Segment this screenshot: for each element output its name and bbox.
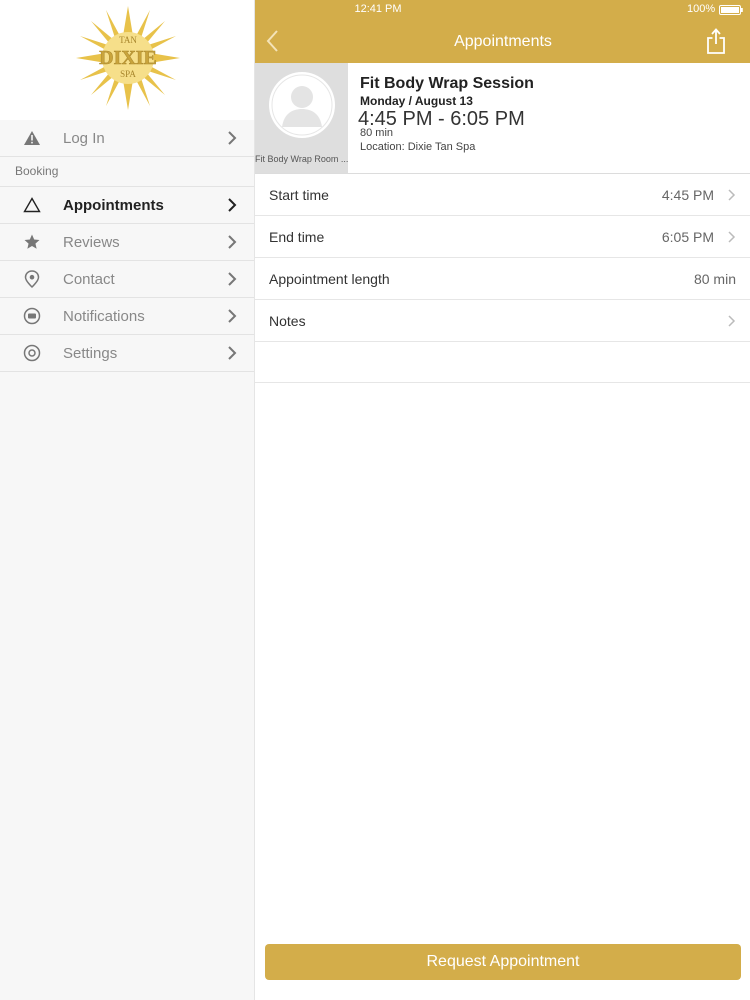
row-label: Appointment length: [269, 271, 390, 287]
empty-row: [255, 342, 750, 383]
sidebar-item-label: Settings: [63, 344, 118, 362]
request-appointment-button[interactable]: Request Appointment: [265, 944, 741, 980]
appointment-details-list: Start time 4:45 PM End time 6:05 PM Appo…: [255, 174, 750, 383]
share-icon[interactable]: [705, 27, 727, 55]
chevron-right-icon: [227, 345, 241, 361]
person-placeholder-icon: [269, 72, 335, 138]
chevron-right-icon: [227, 197, 241, 213]
battery-percentage: 100%: [687, 3, 716, 15]
nav-title: Appointments: [454, 33, 552, 50]
row-value: 6:05 PM: [661, 229, 714, 245]
sidebar-item-label: Notifications: [63, 307, 145, 325]
chat-bubble-icon: [22, 306, 42, 326]
logo-area: TAN DIXIE SPA: [0, 0, 254, 120]
appointment-title: Fit Body Wrap Session: [360, 75, 534, 92]
triangle-outline-icon: [22, 195, 42, 215]
section-header-booking: Booking: [0, 157, 254, 187]
chevron-right-icon: [227, 130, 241, 146]
sidebar-item-label: Reviews: [63, 233, 120, 251]
sidebar-item-contact[interactable]: Contact: [0, 261, 254, 298]
navigation-bar: 12:41 PM 100% Appointments: [255, 0, 750, 63]
row-start-time[interactable]: Start time 4:45 PM: [255, 174, 750, 216]
appointment-length: 80 min: [360, 127, 394, 139]
appointment-summary: Fit Body Wrap Room ... Fit Body Wrap Ses…: [255, 63, 750, 174]
sidebar-item-notifications[interactable]: Notifications: [0, 298, 254, 335]
chevron-right-icon: [728, 231, 736, 243]
sidebar-item-reviews[interactable]: Reviews: [0, 224, 254, 261]
sidebar-item-settings[interactable]: Settings: [0, 335, 254, 372]
avatar: Fit Body Wrap Room ...: [255, 63, 348, 173]
location-pin-icon: [22, 269, 42, 289]
row-label: End time: [269, 229, 325, 245]
logo-text-dixie: DIXIE: [99, 47, 157, 69]
star-icon: [22, 232, 42, 252]
row-label: Start time: [269, 187, 329, 203]
chevron-right-icon: [728, 189, 736, 201]
row-value: 80 min: [693, 271, 736, 287]
dixie-tan-spa-logo: TAN DIXIE SPA: [76, 6, 180, 110]
row-label: Notes: [269, 313, 306, 329]
logo-text-spa: SPA: [120, 69, 136, 79]
sidebar-item-label: Contact: [63, 270, 115, 288]
row-end-time[interactable]: End time 6:05 PM: [255, 216, 750, 258]
warning-icon: [22, 128, 42, 148]
sidebar: TAN DIXIE SPA Log In Booking Appointment…: [0, 0, 254, 1000]
gear-icon: [22, 343, 42, 363]
appointment-location: Location: Dixie Tan Spa: [360, 141, 476, 153]
chevron-right-icon: [728, 315, 736, 327]
appointment-detail-pane: 12:41 PM 100% Appointments Fit Body Wrap…: [254, 0, 750, 1000]
logo-text-tan: TAN: [119, 35, 137, 45]
chevron-right-icon: [227, 308, 241, 324]
chevron-right-icon: [227, 271, 241, 287]
sidebar-menu: Log In Booking Appointments Reviews Cont…: [0, 120, 254, 372]
avatar-caption: Fit Body Wrap Room ...: [255, 154, 348, 164]
sidebar-item-label: Log In: [63, 129, 105, 147]
appointment-date: Monday / August 13: [360, 94, 473, 108]
row-appointment-length: Appointment length 80 min: [255, 258, 750, 300]
chevron-right-icon: [227, 234, 241, 250]
app-window: TAN DIXIE SPA Log In Booking Appointment…: [0, 0, 750, 1000]
sidebar-item-login[interactable]: Log In: [0, 120, 254, 157]
sidebar-item-appointments[interactable]: Appointments: [0, 187, 254, 224]
row-notes[interactable]: Notes: [255, 300, 750, 342]
battery-icon: [719, 5, 743, 15]
status-bar-time: 12:41 PM: [354, 3, 402, 15]
row-value: 4:45 PM: [661, 187, 714, 203]
sidebar-item-label: Appointments: [63, 196, 164, 214]
